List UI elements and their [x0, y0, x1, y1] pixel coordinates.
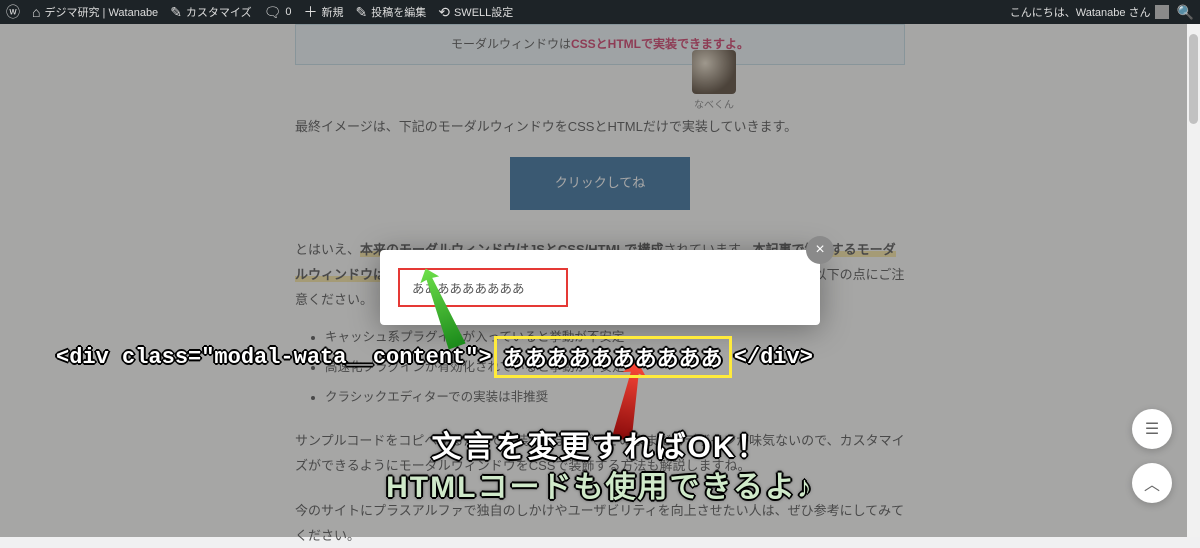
annotation-code-after: </div> [734, 345, 813, 370]
annotation-code-highlight: ああああああああああ [494, 336, 732, 378]
brush-icon: ✎ [170, 5, 182, 19]
list-icon: ☰ [1145, 419, 1159, 439]
user-greeting[interactable]: こんにちは、Watanabe さん [1010, 4, 1169, 20]
customize-label: カスタマイズ [186, 4, 252, 20]
new-content-link[interactable]: ＋ 新規 [304, 4, 344, 20]
scrollbar-thumb[interactable] [1189, 34, 1198, 124]
edit-post-link[interactable]: ✎投稿を編集 [356, 4, 427, 20]
close-icon: × [815, 241, 824, 259]
comment-icon: 🗨 [264, 5, 282, 19]
modal-close-button[interactable]: × [806, 236, 834, 264]
modal-dialog: × あああああああああ [380, 250, 820, 325]
site-title: デジマ研究 | Watanabe [44, 4, 158, 20]
plus-icon: ＋ [304, 5, 318, 19]
home-icon: ⌂ [32, 5, 40, 19]
pencil-icon: ✎ [356, 5, 368, 19]
search-toggle[interactable]: 🔍 [1177, 5, 1194, 19]
annotation-caption-1: 文言を変更すればOK！ [0, 422, 1200, 466]
edit-post-label: 投稿を編集 [371, 4, 426, 20]
scroll-top-button[interactable]: ︿ [1132, 463, 1172, 503]
swell-settings-link[interactable]: ⟲ SWELL設定 [438, 4, 513, 20]
annotation-caption-2: HTMLコードも使用できるよ♪ [0, 462, 1200, 506]
wordpress-icon: ⓦ [6, 5, 20, 19]
annotation-code-line: <div class="modal-wata__content"> ああああああ… [56, 336, 813, 378]
chevron-up-icon: ︿ [1144, 471, 1160, 495]
comments-link[interactable]: 🗨0 [264, 5, 292, 19]
site-name-link[interactable]: ⌂ デジマ研究 | Watanabe [32, 4, 158, 20]
user-avatar-icon [1155, 5, 1169, 19]
new-label: 新規 [322, 4, 344, 20]
scrollbar[interactable] [1187, 24, 1200, 537]
search-icon: 🔍 [1177, 5, 1194, 19]
swell-icon: ⟲ [438, 5, 450, 19]
customize-link[interactable]: ✎ カスタマイズ [170, 4, 251, 20]
wp-admin-bar: ⓦ ⌂デジマ研究 | Watanabe ✎カスタマイズ 🗨0 ＋新規 ✎投稿を編… [0, 0, 1200, 24]
toc-button[interactable]: ☰ [1132, 409, 1172, 449]
wp-logo[interactable]: ⓦ [6, 5, 20, 19]
greeting-text: こんにちは、Watanabe さん [1010, 4, 1151, 20]
annotation-code-before: <div class="modal-wata__content"> [56, 345, 492, 370]
comments-count: 0 [285, 6, 291, 18]
modal-content: あああああああああ [398, 268, 568, 307]
floating-buttons: ☰ ︿ [1132, 409, 1172, 503]
swell-label: SWELL設定 [454, 4, 513, 20]
